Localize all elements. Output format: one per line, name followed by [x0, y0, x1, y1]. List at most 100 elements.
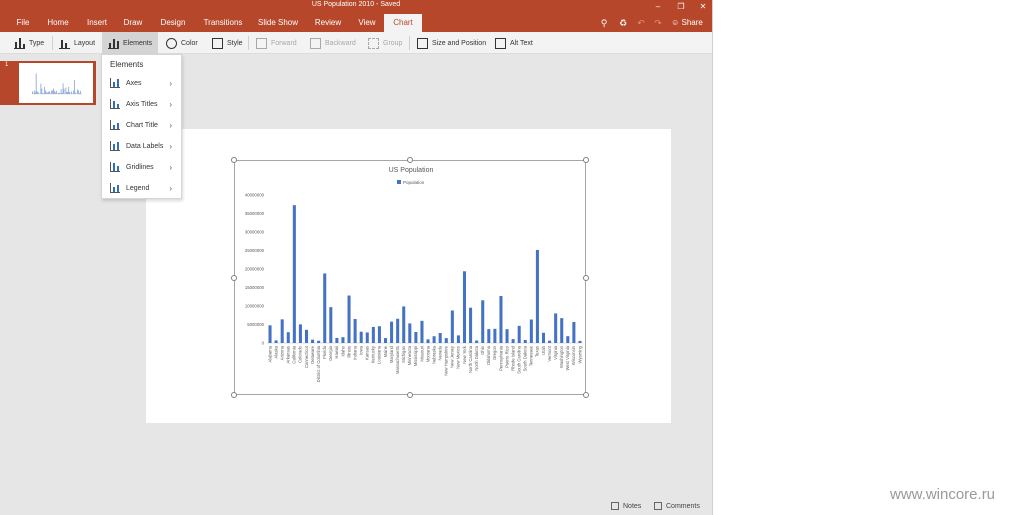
bar	[475, 340, 479, 343]
bar	[481, 300, 485, 343]
bring-forward-button[interactable]: Forward	[256, 32, 297, 54]
bar	[402, 306, 406, 343]
present-icon[interactable]: ♻	[616, 14, 630, 32]
menu-item-data-labels[interactable]: Data Labels ›	[102, 136, 181, 156]
chevron-right-icon: ›	[169, 120, 172, 130]
menu-item-axes[interactable]: Axes ›	[102, 73, 181, 93]
chart-layout-button[interactable]: Layout	[59, 32, 95, 54]
resize-handle[interactable]	[583, 274, 589, 281]
redo-icon[interactable]: ↷	[651, 14, 665, 32]
bar	[529, 319, 533, 343]
thumbnail-bar	[67, 91, 69, 94]
brush-icon	[212, 37, 223, 49]
bar	[438, 333, 442, 343]
size-position-icon	[417, 37, 428, 49]
axis-titles-icon	[110, 99, 120, 109]
resize-handle[interactable]	[231, 157, 237, 163]
slide-canvas: US Population Population 0 5000000 1000000…	[146, 129, 671, 423]
notes-button[interactable]: Notes	[611, 502, 641, 510]
lightbulb-icon[interactable]: ⚲	[597, 14, 611, 32]
send-backward-button[interactable]: Backward	[310, 32, 356, 54]
share-button[interactable]: ☺ Share	[670, 14, 704, 32]
alt-text-button[interactable]: Alt Text	[495, 32, 533, 54]
tab-slide-show[interactable]: Slide Show	[254, 14, 302, 32]
tab-review[interactable]: Review	[309, 14, 347, 32]
x-tick-label: Washington	[559, 345, 564, 368]
bar	[359, 331, 363, 343]
x-tick-label: Arkansas	[286, 346, 291, 363]
chart-object[interactable]: US Population Population 0 5000000 1000000…	[231, 157, 589, 398]
menu-item-gridlines[interactable]: Gridlines ›	[102, 157, 181, 177]
x-tick-label: South Carolina	[516, 345, 521, 373]
x-tick-label: Minnesota	[407, 345, 412, 365]
chart-type-icon	[14, 37, 25, 49]
x-tick-label: California	[292, 345, 297, 363]
resize-handle[interactable]	[407, 157, 413, 163]
tab-design[interactable]: Design	[155, 14, 191, 32]
resize-handle[interactable]	[583, 157, 589, 163]
x-tick-label: Oregon	[492, 345, 497, 360]
x-tick-label: Colorado	[298, 345, 303, 363]
send-backward-label: Backward	[325, 39, 356, 47]
undo-icon[interactable]: ↶	[634, 14, 648, 32]
y-tick-label: 15000000	[245, 285, 265, 290]
ribbon-divider	[52, 36, 53, 50]
share-label: Share	[681, 18, 703, 27]
chart-style-button[interactable]: Style	[212, 32, 243, 54]
size-position-button[interactable]: Size and Position	[417, 32, 486, 54]
thumbnail-bar	[41, 88, 43, 94]
menu-item-legend[interactable]: Legend ›	[102, 178, 181, 198]
resize-handle[interactable]	[583, 392, 589, 398]
chart-elements-button[interactable]: Elements	[102, 32, 158, 54]
chart-type-button[interactable]: Type	[14, 32, 44, 54]
x-tick-label: Kansas	[365, 346, 370, 360]
bar	[323, 273, 327, 343]
bar	[517, 325, 521, 343]
tab-home[interactable]: Home	[42, 14, 74, 32]
resize-handle[interactable]	[231, 392, 237, 398]
resize-handle[interactable]	[231, 274, 237, 281]
thumbnail-bar	[75, 92, 76, 94]
chart-color-button[interactable]: Color	[166, 32, 198, 54]
bar	[444, 338, 448, 343]
x-tick-label: Rhode Island	[510, 345, 515, 370]
slide-thumbnail[interactable]	[19, 63, 93, 103]
minimize-icon[interactable]: –	[652, 1, 664, 12]
comments-button[interactable]: Comments	[654, 502, 700, 510]
thumbnail-bar	[55, 92, 56, 94]
bar	[523, 340, 527, 343]
bar	[414, 332, 418, 343]
thumbnail-bar	[40, 83, 42, 94]
bar	[505, 329, 509, 343]
bar	[396, 318, 400, 343]
thumbnail-bar	[74, 80, 75, 94]
tab-file[interactable]: File	[10, 14, 36, 32]
chart-ribbon: Type Layout Elements Color Style Forward…	[0, 32, 712, 54]
resize-handle[interactable]	[407, 392, 413, 398]
thumbnail-bar	[63, 88, 65, 94]
group-button[interactable]: Group	[368, 32, 402, 54]
menu-item-chart-title[interactable]: Chart Title ›	[102, 115, 181, 135]
tab-chart[interactable]: Chart	[384, 14, 422, 32]
ribbon-divider	[409, 36, 410, 50]
maximize-icon[interactable]: ❐	[675, 1, 687, 12]
tab-view[interactable]: View	[353, 14, 381, 32]
tab-insert[interactable]: Insert	[82, 14, 112, 32]
window-edge	[712, 0, 713, 515]
legend-icon	[110, 183, 120, 193]
close-icon[interactable]: ✕	[697, 1, 709, 12]
thumbnail-bar	[73, 90, 74, 94]
x-tick-label: Nevada	[437, 345, 442, 360]
data-labels-icon	[110, 141, 120, 151]
tab-transitions[interactable]: Transitions	[200, 14, 246, 32]
thumbnail-bar	[51, 90, 52, 94]
y-tick-label: 0	[262, 341, 265, 346]
thumbnail-bar	[69, 91, 71, 94]
slide-thumbnail-selected[interactable]: 1	[0, 61, 96, 105]
bar	[347, 295, 351, 343]
tab-draw[interactable]: Draw	[119, 14, 147, 32]
menu-item-axis-titles[interactable]: Axis Titles ›	[102, 94, 181, 114]
menu-item-label: Axis Titles	[126, 100, 158, 108]
y-tick-label: 20000000	[245, 267, 265, 272]
x-tick-label: Illinois	[346, 346, 351, 358]
